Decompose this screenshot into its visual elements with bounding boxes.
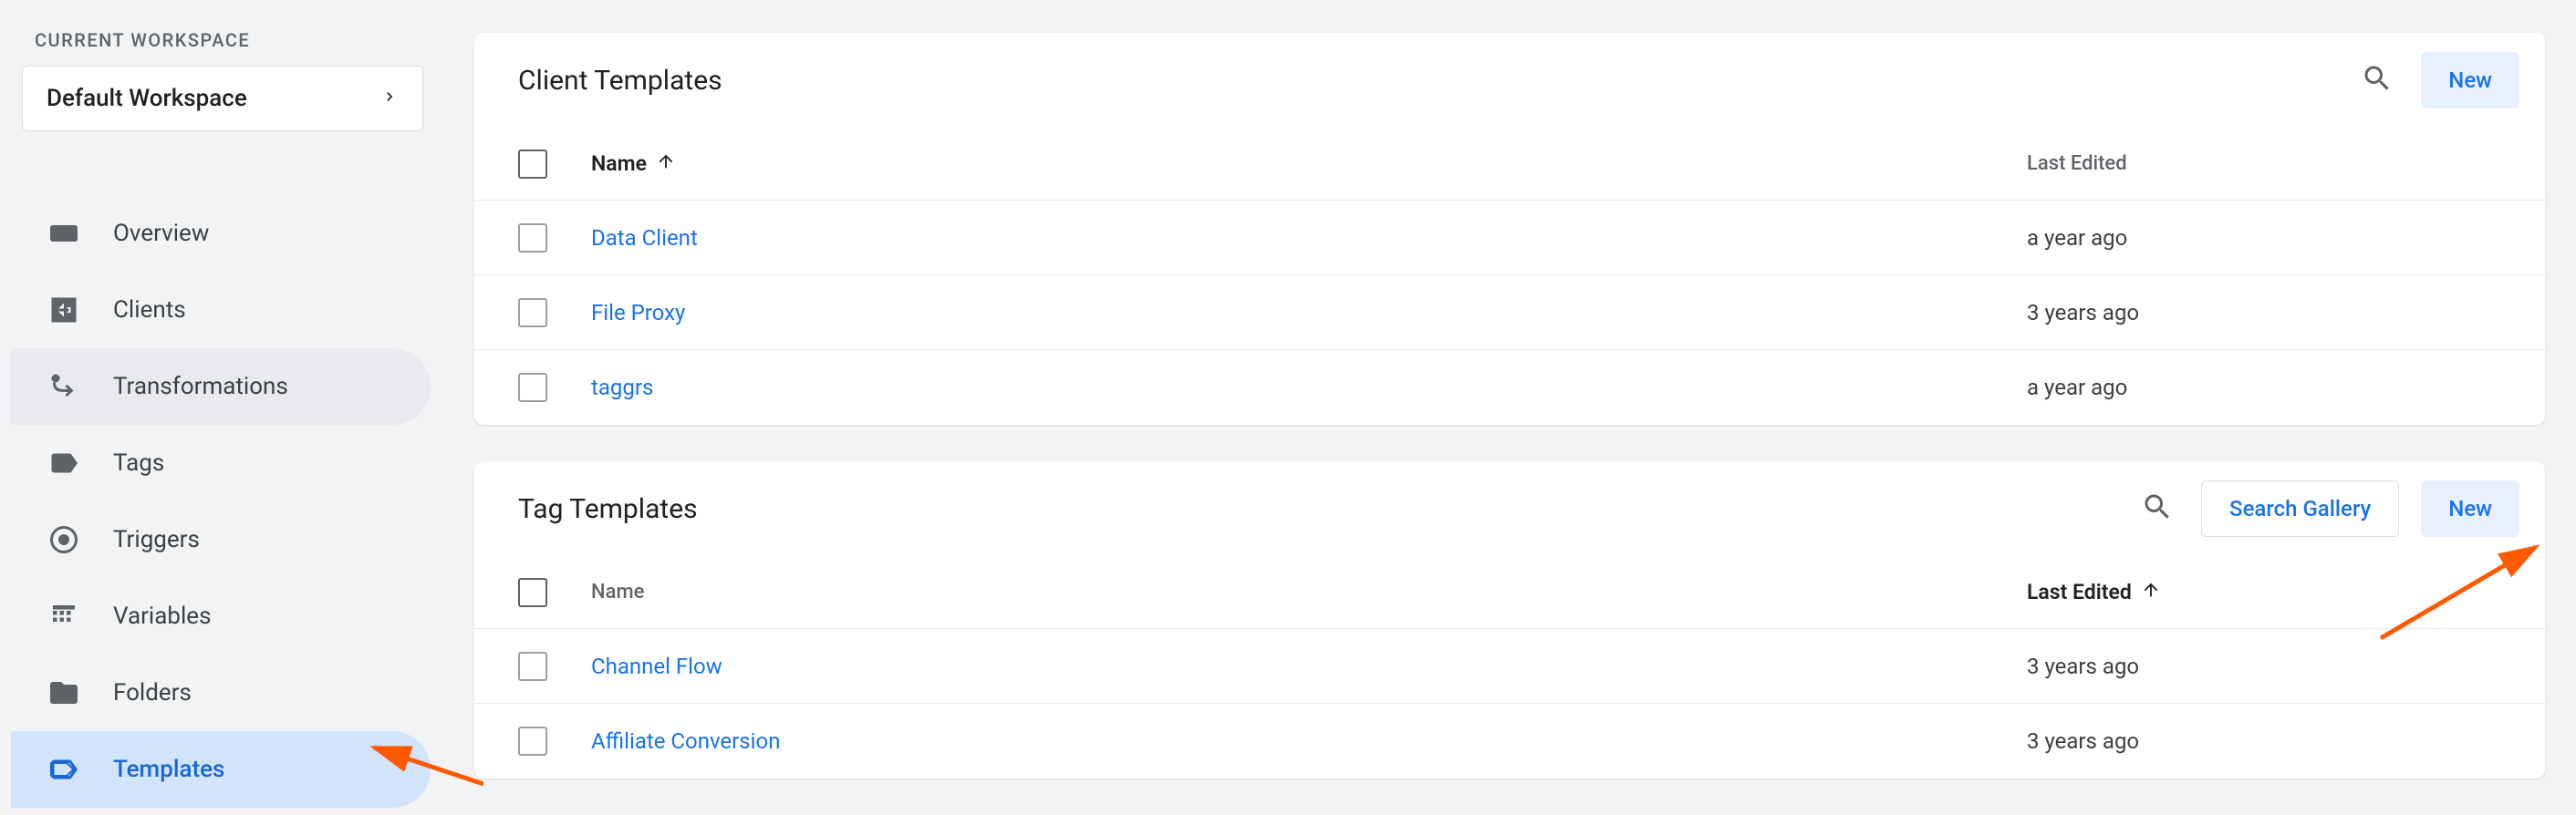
client-templates-panel: Client Templates New Name bbox=[474, 33, 2545, 425]
row-checkbox[interactable] bbox=[518, 652, 547, 681]
templates-icon bbox=[47, 753, 80, 786]
sidebar-item-label: Triggers bbox=[113, 526, 200, 553]
sidebar-item-tags[interactable]: Tags bbox=[11, 425, 431, 501]
column-name[interactable]: Name bbox=[591, 581, 2027, 604]
search-icon bbox=[2361, 62, 2394, 98]
template-link[interactable]: Affiliate Conversion bbox=[591, 728, 780, 754]
triggers-icon bbox=[47, 523, 80, 556]
sidebar-item-overview[interactable]: Overview bbox=[11, 195, 431, 272]
sidebar: CURRENT WORKSPACE Default Workspace Over… bbox=[0, 0, 438, 797]
sidebar-item-label: Templates bbox=[113, 756, 224, 783]
workspace-name: Default Workspace bbox=[47, 85, 247, 112]
workspace-heading: CURRENT WORKSPACE bbox=[11, 29, 438, 51]
overview-icon bbox=[47, 217, 80, 250]
table-row: Affiliate Conversion 3 years ago bbox=[474, 704, 2545, 779]
last-edited-cell: 3 years ago bbox=[2027, 300, 2501, 325]
template-link[interactable]: Channel Flow bbox=[591, 654, 722, 679]
search-button[interactable] bbox=[2135, 487, 2179, 531]
transformations-icon bbox=[47, 370, 80, 403]
search-icon bbox=[2141, 490, 2174, 527]
main-content: Client Templates New Name bbox=[474, 33, 2545, 815]
panel-actions: New bbox=[2355, 52, 2519, 108]
sidebar-item-triggers[interactable]: Triggers bbox=[11, 501, 431, 578]
row-checkbox[interactable] bbox=[518, 298, 547, 327]
sidebar-item-label: Folders bbox=[113, 679, 192, 707]
select-all-checkbox[interactable] bbox=[518, 578, 547, 607]
panel-header: Tag Templates Search Gallery New bbox=[474, 461, 2545, 556]
new-tag-template-button[interactable]: New bbox=[2421, 480, 2519, 537]
clients-icon bbox=[47, 294, 80, 326]
new-client-template-button[interactable]: New bbox=[2421, 52, 2519, 108]
template-link[interactable]: Data Client bbox=[591, 225, 698, 251]
tag-templates-panel: Tag Templates Search Gallery New Name La… bbox=[474, 461, 2545, 779]
sidebar-item-clients[interactable]: Clients bbox=[11, 272, 431, 348]
sidebar-item-label: Transformations bbox=[113, 373, 288, 400]
table-row: taggrs a year ago bbox=[474, 350, 2545, 425]
tags-icon bbox=[47, 447, 80, 480]
row-checkbox[interactable] bbox=[518, 727, 547, 756]
select-all-checkbox[interactable] bbox=[518, 150, 547, 179]
column-name[interactable]: Name bbox=[591, 151, 2027, 177]
column-label: Name bbox=[591, 151, 647, 176]
sidebar-item-label: Overview bbox=[113, 220, 209, 247]
sort-asc-icon bbox=[656, 151, 676, 177]
table-row: Data Client a year ago bbox=[474, 201, 2545, 275]
workspace-selector[interactable]: Default Workspace bbox=[22, 66, 423, 131]
table-row: Channel Flow 3 years ago bbox=[474, 629, 2545, 704]
panel-header: Client Templates New bbox=[474, 33, 2545, 128]
select-all-cell bbox=[518, 578, 591, 607]
row-checkbox[interactable] bbox=[518, 373, 547, 402]
last-edited-cell: 3 years ago bbox=[2027, 654, 2501, 679]
column-label: Name bbox=[591, 581, 644, 604]
sidebar-item-variables[interactable]: Variables bbox=[11, 578, 431, 655]
panel-actions: Search Gallery New bbox=[2135, 480, 2519, 537]
search-gallery-button[interactable]: Search Gallery bbox=[2201, 480, 2399, 537]
column-label: Last Edited bbox=[2027, 152, 2127, 175]
column-last-edited[interactable]: Last Edited bbox=[2027, 152, 2501, 175]
last-edited-cell: a year ago bbox=[2027, 375, 2501, 400]
chevron-right-icon bbox=[380, 88, 399, 109]
panel-title: Client Templates bbox=[518, 65, 2355, 97]
panel-title: Tag Templates bbox=[518, 493, 2135, 525]
template-link[interactable]: File Proxy bbox=[591, 300, 685, 325]
folders-icon bbox=[47, 676, 80, 709]
sidebar-nav: Overview Clients Transformations Tags Tr… bbox=[11, 195, 438, 808]
sidebar-item-label: Clients bbox=[113, 296, 186, 324]
search-button[interactable] bbox=[2355, 58, 2399, 102]
table-row: File Proxy 3 years ago bbox=[474, 275, 2545, 350]
select-all-cell bbox=[518, 150, 591, 179]
sidebar-item-folders[interactable]: Folders bbox=[11, 655, 431, 731]
last-edited-cell: a year ago bbox=[2027, 225, 2501, 251]
sidebar-item-label: Variables bbox=[113, 603, 212, 630]
template-link[interactable]: taggrs bbox=[591, 375, 653, 400]
column-last-edited[interactable]: Last Edited bbox=[2027, 580, 2501, 605]
last-edited-cell: 3 years ago bbox=[2027, 728, 2501, 754]
table-head: Name Last Edited bbox=[474, 556, 2545, 629]
table-head: Name Last Edited bbox=[474, 128, 2545, 201]
row-checkbox[interactable] bbox=[518, 223, 547, 253]
sort-asc-icon bbox=[2141, 580, 2161, 605]
variables-icon bbox=[47, 600, 80, 633]
sidebar-item-label: Tags bbox=[113, 449, 164, 477]
column-label: Last Edited bbox=[2027, 580, 2132, 604]
sidebar-item-transformations[interactable]: Transformations bbox=[11, 348, 431, 425]
sidebar-item-templates[interactable]: Templates bbox=[11, 731, 431, 808]
